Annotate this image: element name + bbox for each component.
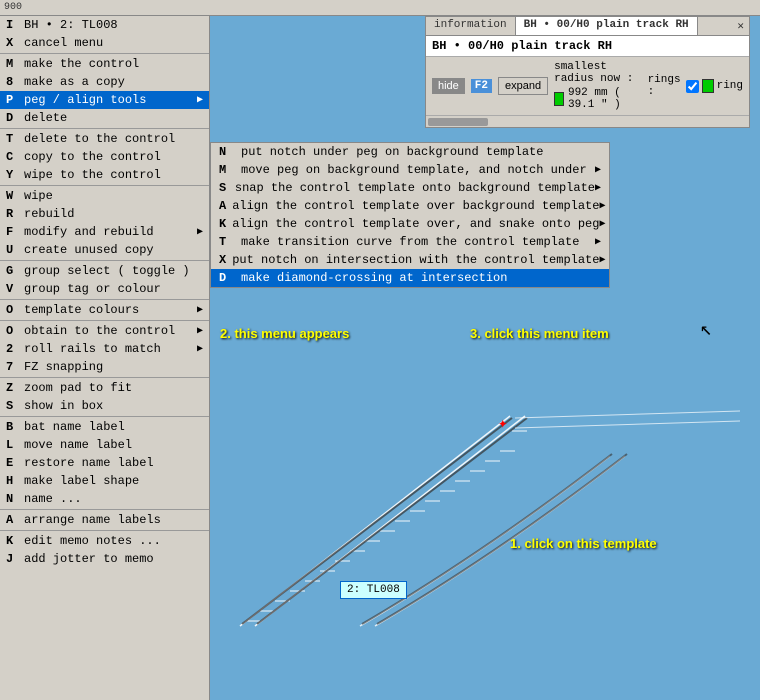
expand-button[interactable]: expand (498, 77, 548, 95)
info-panel-tabs: information BH • 00/H0 plain track RH ✕ (426, 17, 749, 36)
divider-2 (0, 128, 209, 129)
submenu-item-S[interactable]: S snap the control template onto backgro… (211, 179, 609, 197)
cursor-arrow: ↖ (700, 316, 712, 342)
menu-item-template-colours[interactable]: O template colours ▶ (0, 301, 209, 319)
info-panel: information BH • 00/H0 plain track RH ✕ … (425, 16, 750, 128)
menu-item-wipe-control[interactable]: Y wipe to the control (0, 166, 209, 184)
menu-item-obtain[interactable]: O obtain to the control ▶ (0, 322, 209, 340)
divider-10 (0, 530, 209, 531)
left-menu: I BH • 2: TL008 X cancel menu M make the… (0, 16, 210, 700)
menu-item-name[interactable]: N name ... (0, 490, 209, 508)
menu-item-cancel[interactable]: X cancel menu (0, 34, 209, 52)
submenu-item-M[interactable]: M move peg on background template, and n… (211, 161, 609, 179)
menu-item-edit-memo[interactable]: K edit memo notes ... (0, 532, 209, 550)
template-label: 2: TL008 (340, 581, 407, 599)
annotation-click-template: 1. click on this template (510, 536, 657, 551)
info-panel-title: BH • 00/H0 plain track RH (426, 36, 749, 57)
radius-color-box (554, 92, 564, 106)
menu-item-add-jotter[interactable]: J add jotter to memo (0, 550, 209, 568)
divider-4 (0, 260, 209, 261)
menu-item-rebuild[interactable]: R rebuild (0, 205, 209, 223)
annotation-click-item: 3. click this menu item (470, 326, 609, 341)
track-diagram: ✦ (230, 356, 750, 636)
menu-item-make-copy[interactable]: 8 make as a copy (0, 73, 209, 91)
submenu-item-K[interactable]: K align the control template over, and s… (211, 215, 609, 233)
info-scrollbar[interactable] (426, 115, 749, 127)
menu-item-restore-name[interactable]: E restore name label (0, 454, 209, 472)
ruler: 900 (0, 0, 760, 16)
scroll-thumb (428, 118, 488, 126)
submenu-item-A[interactable]: A align the control template over backgr… (211, 197, 609, 215)
submenu-item-T[interactable]: T make transition curve from the control… (211, 233, 609, 251)
info-panel-body: hide F2 expand smallest radius now : 992… (426, 57, 749, 115)
divider-7 (0, 377, 209, 378)
menu-item-bat-name[interactable]: B bat name label (0, 418, 209, 436)
menu-item-create-copy[interactable]: U create unused copy (0, 241, 209, 259)
menu-item-group-tag[interactable]: V group tag or colour (0, 280, 209, 298)
menu-item-peg-align[interactable]: P peg / align tools ▶ (0, 91, 209, 109)
peg-align-submenu: N put notch under peg on background temp… (210, 142, 610, 288)
radius-section: smallest radius now : 992 mm ( 39.1 " ) (554, 61, 641, 111)
menu-item-zoom-pad[interactable]: Z zoom pad to fit (0, 379, 209, 397)
menu-item-group-select[interactable]: G group select ( toggle ) (0, 262, 209, 280)
divider-9 (0, 509, 209, 510)
ring-checkbox[interactable] (686, 80, 699, 93)
tab-information[interactable]: information (426, 17, 516, 35)
menu-item-modify-rebuild[interactable]: F modify and rebuild ▶ (0, 223, 209, 241)
ring-section: rings : ring (648, 74, 743, 98)
submenu-item-N[interactable]: N put notch under peg on background temp… (211, 143, 609, 161)
menu-item-identity[interactable]: I BH • 2: TL008 (0, 16, 209, 34)
menu-item-delete[interactable]: D delete (0, 109, 209, 127)
svg-text:✦: ✦ (498, 415, 508, 433)
info-close-button[interactable]: ✕ (732, 17, 749, 35)
tab-track[interactable]: BH • 00/H0 plain track RH (516, 17, 698, 35)
divider-8 (0, 416, 209, 417)
menu-item-delete-control[interactable]: T delete to the control (0, 130, 209, 148)
annotation-menu-appears: 2. this menu appears (220, 326, 349, 341)
ruler-label: 900 (4, 2, 22, 13)
menu-item-move-name[interactable]: L move name label (0, 436, 209, 454)
menu-item-make-control[interactable]: M make the control (0, 55, 209, 73)
menu-item-make-label[interactable]: H make label shape (0, 472, 209, 490)
divider-5 (0, 299, 209, 300)
hide-button[interactable]: hide (432, 78, 465, 94)
menu-item-show-box[interactable]: S show in box (0, 397, 209, 415)
menu-item-copy-control[interactable]: C copy to the control (0, 148, 209, 166)
ring-color-box (702, 79, 713, 93)
menu-item-arrange-labels[interactable]: A arrange name labels (0, 511, 209, 529)
menu-item-fz-snapping[interactable]: 7 FZ snapping (0, 358, 209, 376)
menu-item-wipe[interactable]: W wipe (0, 187, 209, 205)
f2-badge: F2 (471, 79, 492, 93)
divider-1 (0, 53, 209, 54)
submenu-item-X[interactable]: X put notch on intersection with the con… (211, 251, 609, 269)
submenu-item-D[interactable]: D make diamond-crossing at intersection (211, 269, 609, 287)
menu-item-roll-rails[interactable]: 2 roll rails to match ▶ (0, 340, 209, 358)
divider-3 (0, 185, 209, 186)
divider-6 (0, 320, 209, 321)
